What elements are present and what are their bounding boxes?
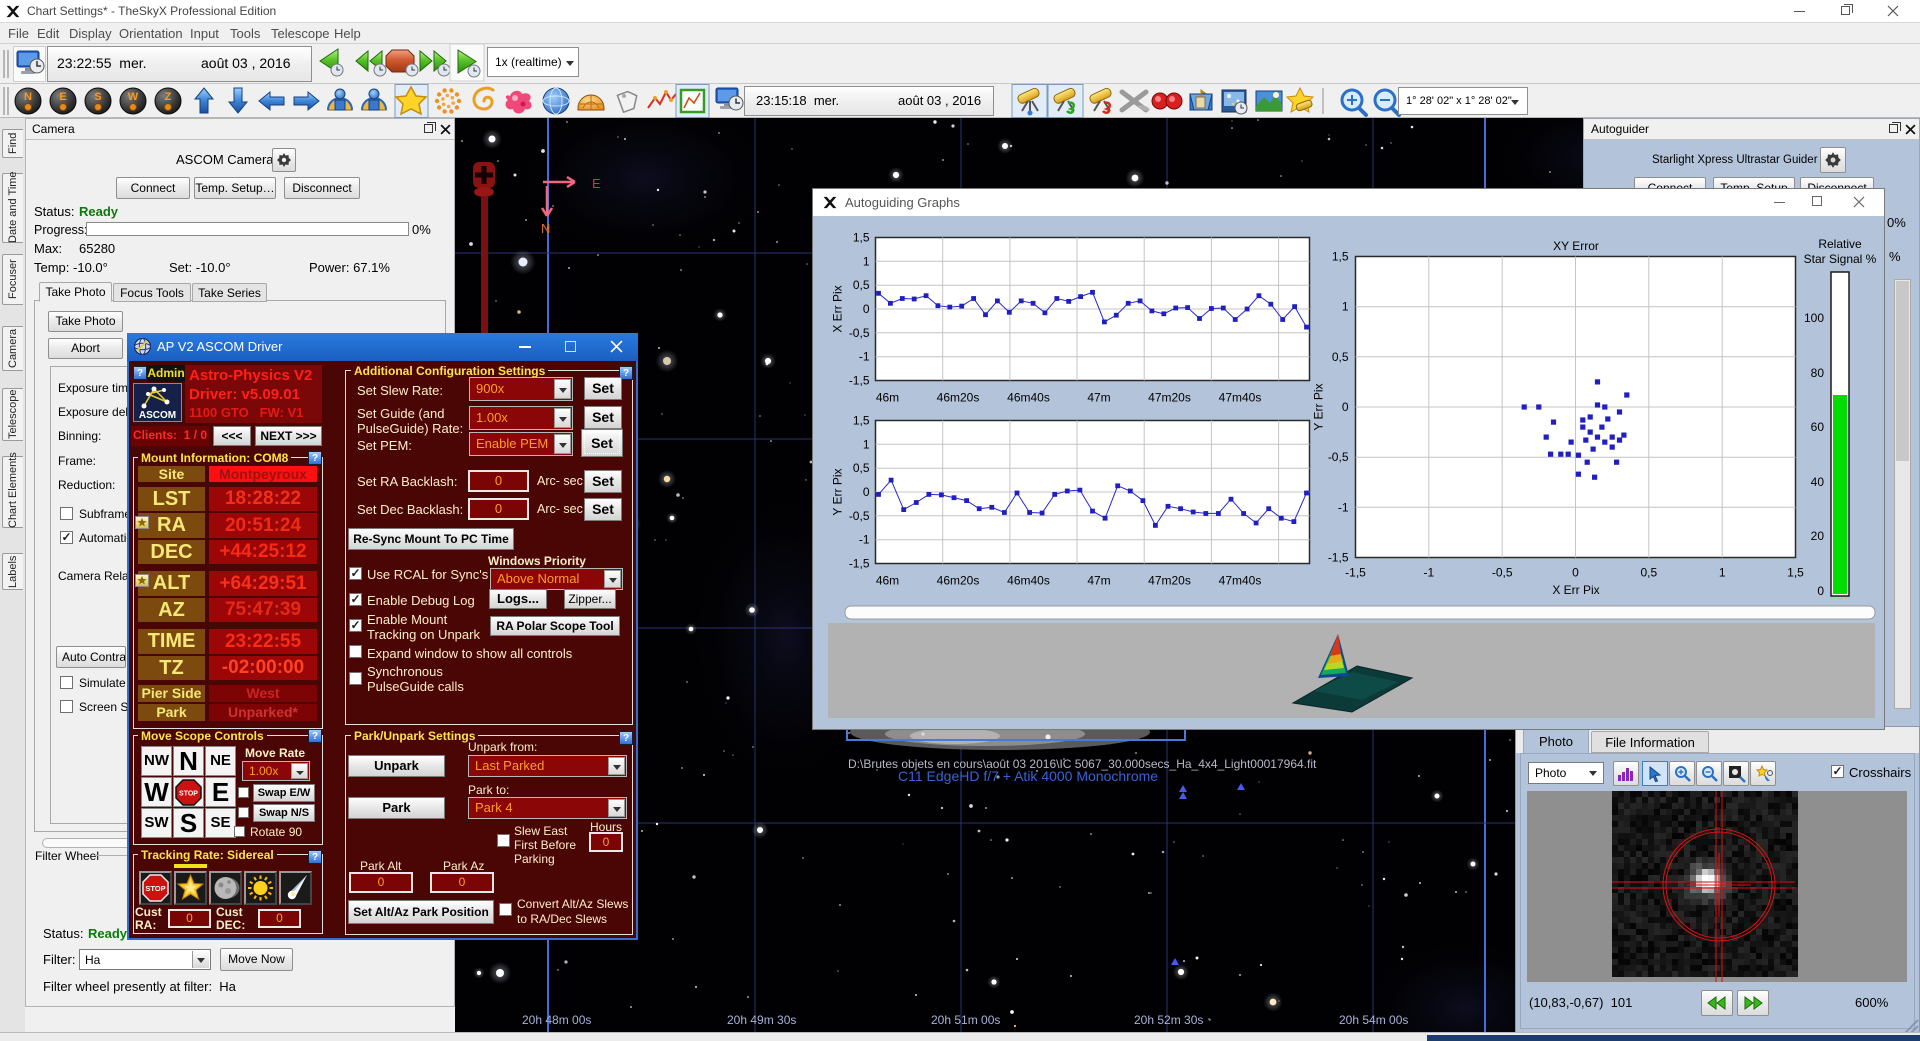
svg-text:1: 1 [1342,300,1349,314]
svg-text:0,5: 0,5 [1332,350,1349,364]
svg-text:47m20s: 47m20s [1148,391,1191,405]
svg-text:1: 1 [863,254,870,268]
svg-text:1: 1 [863,437,870,451]
svg-text:46m: 46m [876,391,899,405]
svg-text:S: S [94,91,101,103]
svg-text:20h 48m 00s: 20h 48m 00s [522,1013,591,1027]
svg-text:20h 54m 00s: 20h 54m 00s [1339,1013,1408,1027]
svg-text:XY Error: XY Error [1553,239,1599,253]
svg-text:46m: 46m [876,574,899,588]
svg-text:0: 0 [1572,566,1579,580]
svg-text:-1: -1 [859,533,870,547]
svg-text:X Err Pix: X Err Pix [1552,583,1599,597]
svg-text:0,5: 0,5 [1640,566,1657,580]
svg-text:-0,5: -0,5 [1492,566,1513,580]
svg-text:47m40s: 47m40s [1219,574,1262,588]
svg-text:1,5: 1,5 [1332,250,1349,264]
svg-text:-0,5: -0,5 [849,326,870,340]
svg-text:-1,5: -1,5 [1328,551,1349,565]
svg-text:80: 80 [1811,366,1825,380]
svg-text:-1: -1 [1338,500,1349,514]
svg-text:46m20s: 46m20s [937,574,980,588]
svg-text:0: 0 [863,485,870,499]
svg-text:Z: Z [165,91,172,103]
svg-text:Relative: Relative [1818,237,1862,251]
svg-text:-0,5: -0,5 [1328,450,1349,464]
svg-text:1,5: 1,5 [1787,566,1804,580]
svg-text:46m40s: 46m40s [1007,574,1050,588]
svg-text:N: N [24,91,32,103]
svg-text:0,5: 0,5 [853,461,870,475]
svg-text:0,5: 0,5 [853,278,870,292]
svg-text:E: E [59,91,66,103]
svg-text:E: E [592,176,601,191]
svg-text:W: W [128,91,139,103]
svg-text:47m: 47m [1087,574,1110,588]
svg-text:-1,5: -1,5 [849,374,870,388]
svg-text:0: 0 [863,302,870,316]
svg-text:20h 51m 00s: 20h 51m 00s [931,1013,1000,1027]
svg-text:40: 40 [1811,475,1825,489]
svg-text:X Err Pix: X Err Pix [831,285,845,332]
svg-text:47m40s: 47m40s [1219,391,1262,405]
svg-text:60: 60 [1811,420,1825,434]
svg-text:47m20s: 47m20s [1148,574,1191,588]
svg-text:20h 52m 30s: 20h 52m 30s [1134,1013,1203,1027]
svg-text:1: 1 [1719,566,1726,580]
svg-text:Y Err Pix: Y Err Pix [831,468,845,515]
svg-text:20: 20 [1811,529,1825,543]
svg-text:47m: 47m [1087,391,1110,405]
svg-text:-1: -1 [1423,566,1434,580]
svg-text:C11 EdgeHD f/7 + Atik 4000 Mon: C11 EdgeHD f/7 + Atik 4000 Monochrome [898,768,1158,784]
svg-text:STOP: STOP [145,884,165,893]
svg-text:46m40s: 46m40s [1007,391,1050,405]
svg-text:Star Signal %: Star Signal % [1804,252,1877,266]
svg-text:0: 0 [1342,400,1349,414]
svg-text:20h 49m 30s: 20h 49m 30s [727,1013,796,1027]
svg-text:1,5: 1,5 [853,414,870,428]
svg-text:-0,5: -0,5 [849,509,870,523]
svg-text:STOP: STOP [179,791,198,798]
svg-text:Y Err Pix: Y Err Pix [1312,383,1326,430]
svg-text:1,5: 1,5 [853,231,870,245]
svg-text:-1: -1 [859,350,870,364]
svg-text:100: 100 [1804,311,1824,325]
svg-text:0: 0 [1817,584,1824,598]
svg-text:-1,5: -1,5 [849,557,870,571]
svg-text:-1,5: -1,5 [1345,566,1366,580]
svg-text:N: N [541,221,550,236]
svg-text:46m20s: 46m20s [937,391,980,405]
